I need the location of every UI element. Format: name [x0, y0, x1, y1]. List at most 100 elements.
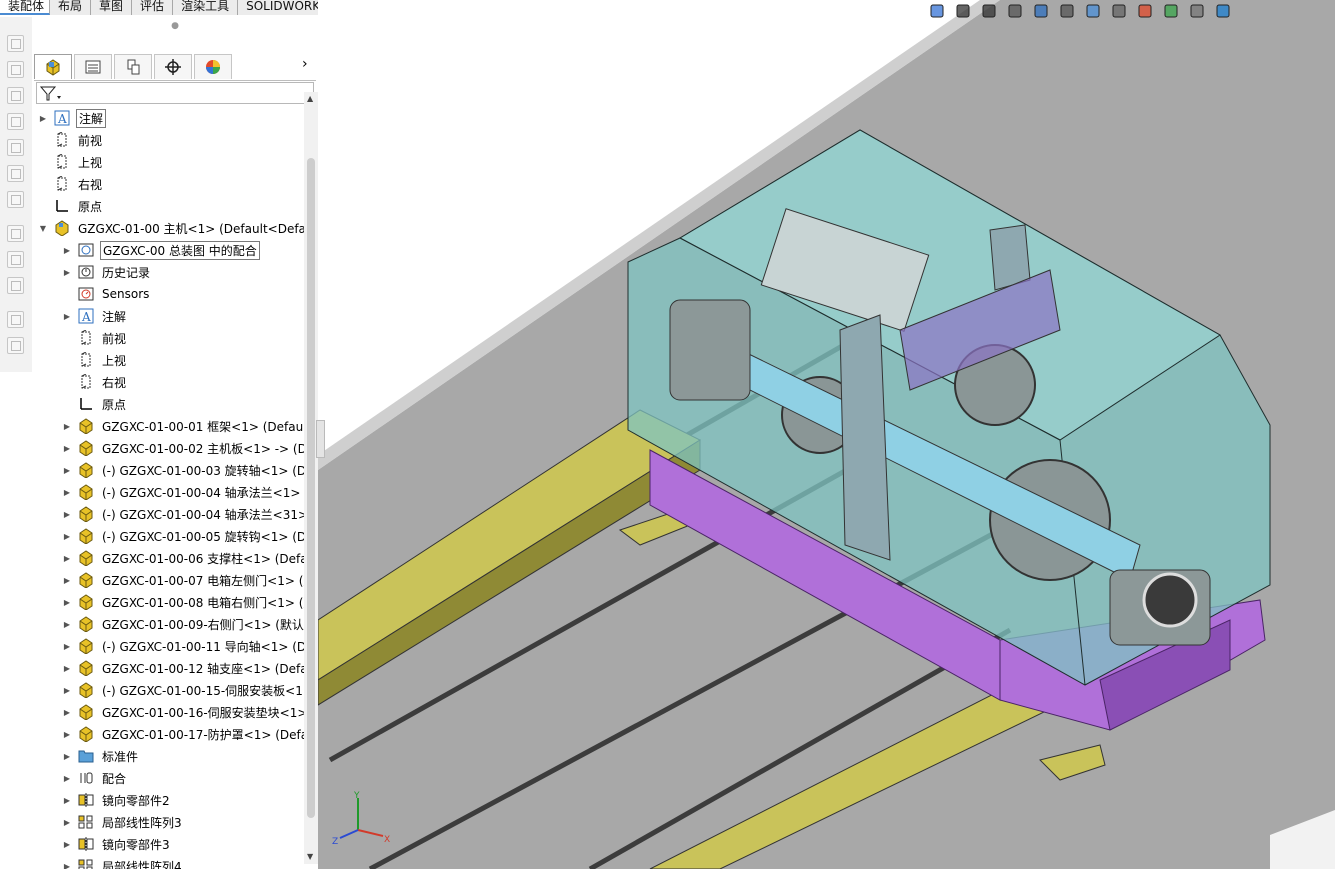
expand-arrow-icon[interactable]: ▶ — [62, 553, 72, 563]
command-tab[interactable]: 评估 — [132, 0, 174, 15]
tree-item[interactable]: ▶ (-) GZGXC-01-00-05 旋转钩<1> (De — [62, 526, 304, 546]
tree-item[interactable]: ▶ GZGXC-01-00-02 主机板<1> -> (De — [62, 438, 304, 458]
tree-item[interactable]: 右视 — [62, 372, 128, 392]
tree-item[interactable]: ▶ 局部线性阵列4 — [62, 856, 184, 869]
expand-arrow-icon[interactable]: ▶ — [62, 487, 72, 497]
graphics-area[interactable]: Y X Z — [318, 0, 1335, 869]
expand-arrow-icon[interactable]: ▶ — [62, 575, 72, 585]
command-tab[interactable]: 装配体 — [0, 0, 51, 15]
tree-item[interactable]: ▶ GZGXC-01-00-08 电箱右侧门<1> (默 — [62, 592, 304, 612]
toolbar-icon[interactable] — [7, 113, 24, 130]
tree-item[interactable]: ▶ 局部线性阵列3 — [62, 812, 184, 832]
toolbar-icon[interactable] — [7, 337, 24, 354]
tree-item[interactable]: 上视 — [38, 152, 104, 172]
tree-item[interactable]: ▶ A 注解 — [38, 108, 107, 128]
previous-view-icon[interactable] — [1006, 2, 1024, 20]
toolbar-icon[interactable] — [7, 191, 24, 208]
expand-arrow-icon[interactable]: ▶ — [62, 663, 72, 673]
scroll-up-icon[interactable]: ▲ — [307, 94, 313, 103]
expand-arrow-icon[interactable]: ▶ — [62, 861, 72, 869]
tree-item[interactable]: ▶ 标准件 — [62, 746, 140, 766]
tree-item[interactable]: 原点 — [62, 394, 128, 414]
expand-arrow-icon[interactable]: ▶ — [62, 311, 72, 321]
tree-filter-bar[interactable] — [36, 82, 314, 104]
expand-arrow-icon[interactable]: ▶ — [62, 773, 72, 783]
toolbar-icon[interactable] — [7, 87, 24, 104]
tree-item[interactable]: ▶ 历史记录 — [62, 262, 152, 282]
expand-arrow-icon[interactable]: ▶ — [62, 839, 72, 849]
hide-show-icon[interactable] — [1110, 2, 1128, 20]
expand-arrow-icon[interactable]: ▶ — [62, 421, 72, 431]
tree-item[interactable]: 原点 — [38, 196, 104, 216]
tree-item[interactable]: ▶ A 注解 — [62, 306, 128, 326]
command-tab[interactable]: 布局 — [50, 0, 92, 15]
tree-item[interactable]: ▶ GZGXC-00 总装图 中的配合 — [62, 240, 260, 260]
tree-item[interactable]: ▶ (-) GZGXC-01-00-04 轴承法兰<1> ( — [62, 482, 304, 502]
expand-arrow-icon[interactable]: ▶ — [38, 113, 48, 123]
expand-arrow-icon[interactable]: ▶ — [62, 817, 72, 827]
tree-item[interactable]: ▶ 配合 — [62, 768, 128, 788]
expand-arrow-icon[interactable]: ▶ — [62, 707, 72, 717]
tree-item[interactable]: ▶ (-) GZGXC-01-00-15-伺服安装板<1> — [62, 680, 304, 700]
expand-arrow-icon[interactable]: ▶ — [62, 509, 72, 519]
tree-item[interactable]: ▶ GZGXC-01-00-06 支撑柱<1> (Defa — [62, 548, 304, 568]
expand-arrow-icon[interactable]: ▶ — [62, 465, 72, 475]
collapse-arrow-icon[interactable]: ▼ — [38, 223, 48, 233]
zoom-to-fit-icon[interactable] — [954, 2, 972, 20]
toolbar-icon[interactable] — [7, 165, 24, 182]
panel-splitter[interactable] — [316, 420, 325, 458]
tree-item[interactable]: ▶ GZGXC-01-00-17-防护罩<1> (Defa — [62, 724, 304, 744]
toolbar-icon[interactable] — [7, 277, 24, 294]
configuration-manager-tab[interactable] — [114, 54, 152, 79]
apply-scene-icon[interactable] — [1162, 2, 1180, 20]
expand-arrow-icon[interactable]: ▶ — [62, 751, 72, 761]
expand-arrow-icon[interactable]: ▶ — [62, 267, 72, 277]
tree-item[interactable]: ▶ GZGXC-01-00-16-伺服安装垫块<1> — [62, 702, 304, 722]
display-settings-icon[interactable] — [1188, 2, 1206, 20]
tree-scrollbar[interactable]: ▲ ▼ — [304, 92, 318, 864]
tree-item[interactable]: Sensors — [62, 284, 151, 304]
expand-arrow-icon[interactable]: ▶ — [62, 641, 72, 651]
tree-item[interactable]: ▼ GZGXC-01-00 主机<1> (Default<Defau — [38, 218, 304, 238]
scrollbar-thumb[interactable] — [307, 158, 315, 818]
tree-item[interactable]: ▶ (-) GZGXC-01-00-03 旋转轴<1> (De — [62, 460, 304, 480]
toolbar-icon[interactable] — [7, 225, 24, 242]
tree-item[interactable]: ▶ GZGXC-01-00-09-右侧门<1> (默认- — [62, 614, 304, 634]
toolbar-icon[interactable] — [7, 139, 24, 156]
command-tab[interactable]: 渲染工具 — [173, 0, 239, 15]
filter-icon[interactable] — [39, 84, 63, 102]
property-manager-tab[interactable] — [74, 54, 112, 79]
panel-grip[interactable]: ● — [32, 16, 318, 36]
edit-appearance-icon[interactable] — [1136, 2, 1154, 20]
expand-arrow-icon[interactable]: ▶ — [62, 597, 72, 607]
tree-item[interactable]: ▶ 镜向零部件2 — [62, 790, 172, 810]
feature-manager-tab[interactable] — [34, 54, 72, 79]
standard-views-icon[interactable] — [1214, 2, 1232, 20]
expand-arrow-icon[interactable]: ▶ — [62, 531, 72, 541]
tree-item[interactable]: ▶ (-) GZGXC-01-00-11 导向轴<1> (De — [62, 636, 304, 656]
expand-arrow-icon[interactable]: ▶ — [62, 685, 72, 695]
view-orientation-icon[interactable] — [928, 2, 946, 20]
view-cube-icon[interactable] — [1084, 2, 1102, 20]
scroll-down-icon[interactable]: ▼ — [307, 852, 313, 861]
command-tab[interactable]: 草图 — [91, 0, 133, 15]
dynamic-annotation-icon[interactable] — [1058, 2, 1076, 20]
expand-arrow-icon[interactable]: ▶ — [62, 443, 72, 453]
tree-item[interactable]: 前视 — [62, 328, 128, 348]
expand-arrow-icon[interactable]: ▶ — [62, 795, 72, 805]
toolbar-icon[interactable] — [7, 311, 24, 328]
dimxpert-manager-tab[interactable] — [154, 54, 192, 79]
tree-item[interactable]: ▶ (-) GZGXC-01-00-04 轴承法兰<31> — [62, 504, 304, 524]
expand-arrow-icon[interactable]: ▶ — [62, 245, 72, 255]
toolbar-icon[interactable] — [7, 61, 24, 78]
zoom-area-icon[interactable] — [980, 2, 998, 20]
section-view-icon[interactable] — [1032, 2, 1050, 20]
display-manager-tab[interactable] — [194, 54, 232, 79]
tree-item[interactable]: ▶ GZGXC-01-00-01 框架<1> (Default — [62, 416, 304, 436]
expand-arrow-icon[interactable]: ▶ — [62, 619, 72, 629]
tree-item[interactable]: 前视 — [38, 130, 104, 150]
tree-item[interactable]: ▶ 镜向零部件3 — [62, 834, 172, 854]
tree-item[interactable]: ▶ GZGXC-01-00-12 轴支座<1> (Defa — [62, 658, 304, 678]
toolbar-icon[interactable] — [7, 35, 24, 52]
tree-item[interactable]: ▶ GZGXC-01-00-07 电箱左侧门<1> (默 — [62, 570, 304, 590]
